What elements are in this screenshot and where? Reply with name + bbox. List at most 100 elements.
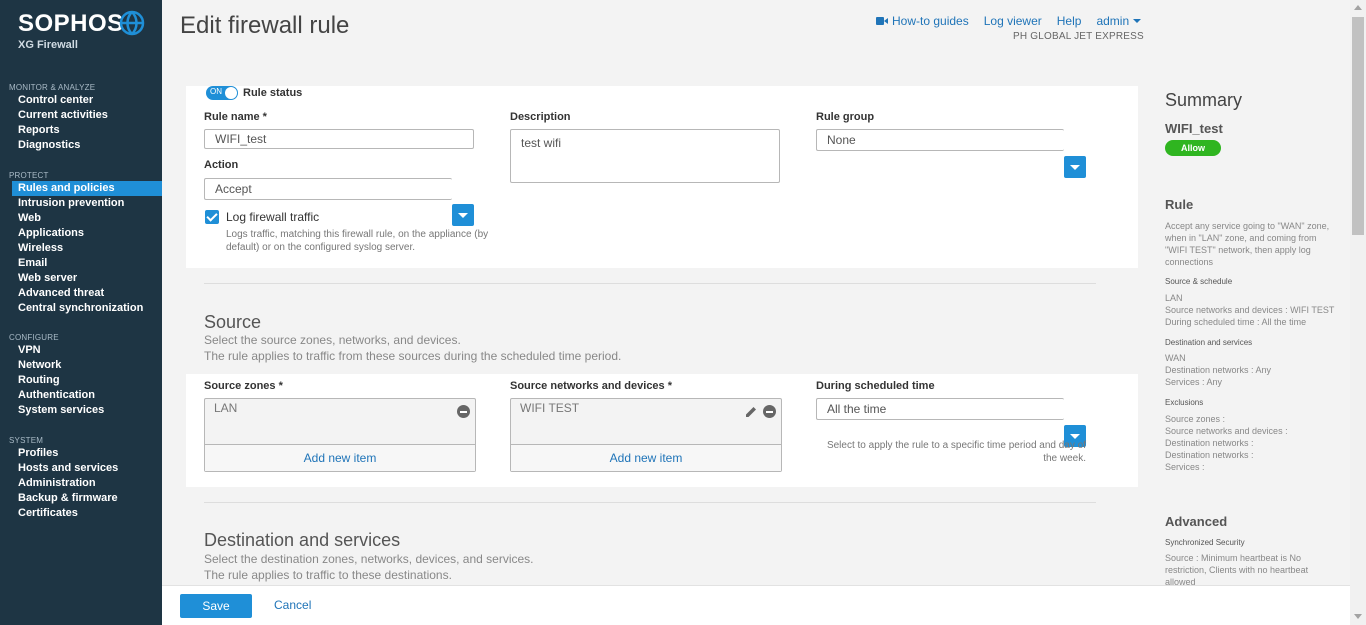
remove-icon[interactable]	[763, 405, 776, 418]
source-network-item: WIFI TEST	[520, 401, 580, 415]
cancel-button[interactable]: Cancel	[274, 598, 311, 612]
page-title: Edit firewall rule	[180, 12, 350, 39]
save-button[interactable]: Save	[180, 594, 252, 618]
scheduled-time-label: During scheduled time	[816, 380, 935, 392]
summary-destination-line: WAN	[1165, 353, 1186, 363]
nav-section-configure: CONFIGURE VPN Network Routing Authentica…	[0, 332, 162, 418]
sidebar-item-certificates[interactable]: Certificates	[0, 506, 162, 521]
summary-sync-text: Source : Minimum heartbeat is No restric…	[1165, 553, 1309, 587]
sidebar-item-routing[interactable]: Routing	[0, 373, 162, 388]
summary-source-line: During scheduled time : All the time	[1165, 317, 1307, 327]
nav-heading: PROTECT	[9, 171, 49, 180]
nav-heading: MONITOR & ANALYZE	[9, 83, 96, 92]
nav-section-system: SYSTEM Profiles Hosts and services Admin…	[0, 435, 162, 521]
scheduled-time-hint: Select to apply the rule to a specific t…	[826, 440, 1086, 464]
sidebar-item-administration[interactable]: Administration	[0, 476, 162, 491]
brand-name: SOPHOS	[18, 10, 124, 37]
scheduled-time-select[interactable]: All the time	[816, 398, 1064, 420]
rule-group-dropdown-button[interactable]	[1064, 156, 1086, 178]
scroll-thumb[interactable]	[1352, 17, 1364, 235]
video-camera-icon	[876, 17, 888, 25]
organization-name: PH GLOBAL JET EXPRESS	[1013, 31, 1144, 42]
sidebar-item-wireless[interactable]: Wireless	[0, 241, 162, 256]
sidebar-item-hosts-and-services[interactable]: Hosts and services	[0, 461, 162, 476]
admin-menu[interactable]: admin	[1096, 14, 1142, 28]
add-source-network-button[interactable]: Add new item	[511, 444, 781, 471]
vertical-scrollbar[interactable]	[1350, 0, 1366, 625]
globe-icon	[119, 10, 145, 36]
help-link[interactable]: Help	[1057, 14, 1082, 28]
section-divider	[204, 283, 1096, 284]
source-networks-label: Source networks and devices *	[510, 380, 673, 392]
sidebar-item-central-synchronization[interactable]: Central synchronization	[0, 301, 162, 316]
sidebar-item-email[interactable]: Email	[0, 256, 162, 271]
destination-section-desc-2: The rule applies to traffic to these des…	[204, 568, 452, 582]
sidebar-item-control-center[interactable]: Control center	[0, 93, 162, 108]
source-zones-list: LAN Add new item	[204, 398, 476, 472]
scroll-up-arrow[interactable]	[1354, 5, 1362, 10]
add-source-zone-button[interactable]: Add new item	[205, 444, 475, 471]
rule-group-select[interactable]: None	[816, 129, 1064, 151]
summary-destination-line: Destination networks : Any	[1165, 365, 1272, 375]
summary-destination-heading: Destination and services	[1165, 338, 1253, 347]
source-zones-label: Source zones *	[204, 380, 283, 392]
sidebar-item-advanced-threat[interactable]: Advanced threat	[0, 286, 162, 301]
nav-section-protect: PROTECT Rules and policies Intrusion pre…	[0, 170, 162, 316]
source-zone-item: LAN	[214, 401, 238, 415]
brand-logo[interactable]: SOPHOS XG Firewall	[18, 10, 124, 51]
sidebar-item-reports[interactable]: Reports	[0, 123, 162, 138]
summary-rule-name: WIFI_test	[1165, 121, 1223, 136]
pencil-icon[interactable]	[744, 405, 758, 419]
sidebar-item-diagnostics[interactable]: Diagnostics	[0, 138, 162, 153]
sidebar-item-profiles[interactable]: Profiles	[0, 446, 162, 461]
rule-name-label: Rule name *	[204, 111, 267, 123]
nav-section-monitor: MONITOR & ANALYZE Control center Current…	[0, 82, 162, 153]
source-section-desc-2: The rule applies to traffic from these s…	[204, 349, 622, 363]
summary-rule-text: Accept any service going to "WAN" zone, …	[1165, 221, 1330, 267]
remove-icon[interactable]	[457, 405, 470, 418]
summary-source-line: LAN	[1165, 293, 1183, 303]
sidebar-item-backup-firmware[interactable]: Backup & firmware	[0, 491, 162, 506]
sidebar-item-authentication[interactable]: Authentication	[0, 388, 162, 403]
summary-rule-heading: Rule	[1165, 197, 1194, 212]
source-section-desc-1: Select the source zones, networks, and d…	[204, 333, 461, 347]
sidebar-item-network[interactable]: Network	[0, 358, 162, 373]
rule-name-input[interactable]: WIFI_test	[204, 129, 474, 149]
brand-product: XG Firewall	[18, 39, 78, 51]
sidebar-item-web[interactable]: Web	[0, 211, 162, 226]
summary-advanced-heading: Advanced	[1165, 514, 1228, 529]
toggle-on-text: ON	[210, 87, 222, 96]
log-viewer-link[interactable]: Log viewer	[984, 14, 1042, 28]
rule-status-toggle[interactable]: ON	[206, 86, 238, 100]
log-traffic-hint: Logs traffic, matching this firewall rul…	[226, 229, 489, 253]
allow-badge: Allow	[1165, 140, 1221, 156]
description-textarea[interactable]: test wifi	[510, 129, 780, 183]
sidebar-item-web-server[interactable]: Web server	[0, 271, 162, 286]
nav-heading: CONFIGURE	[9, 333, 59, 342]
sidebar-item-system-services[interactable]: System services	[0, 403, 162, 418]
top-nav: How-to guides Log viewer Help admin	[876, 14, 1142, 28]
destination-section-title: Destination and services	[204, 530, 401, 550]
rule-panel: ON Rule status Rule name * WIFI_test Des…	[186, 86, 1138, 268]
destination-section-desc-1: Select the destination zones, networks, …	[204, 552, 534, 566]
action-select[interactable]: Accept	[204, 178, 452, 200]
footer-bar: Save Cancel	[162, 585, 1350, 625]
source-networks-list: WIFI TEST Add new item	[510, 398, 782, 472]
source-section-title: Source	[204, 312, 262, 332]
scroll-down-arrow[interactable]	[1354, 614, 1362, 619]
sidebar: SOPHOS XG Firewall MONITOR & ANALYZE Con…	[0, 0, 162, 625]
log-traffic-checkbox[interactable]	[205, 210, 219, 224]
sidebar-item-rules-and-policies[interactable]: Rules and policies	[12, 181, 162, 196]
log-traffic-label: Log firewall traffic	[226, 210, 320, 224]
summary-exclusion-line: Source zones :	[1165, 414, 1226, 424]
sidebar-item-current-activities[interactable]: Current activities	[0, 108, 162, 123]
nav-heading: SYSTEM	[9, 436, 44, 445]
sidebar-item-applications[interactable]: Applications	[0, 226, 162, 241]
howto-guides-link[interactable]: How-to guides	[876, 14, 969, 28]
summary-destination-line: Services : Any	[1165, 377, 1223, 387]
section-divider	[204, 502, 1096, 503]
sidebar-item-intrusion-prevention[interactable]: Intrusion prevention	[0, 196, 162, 211]
toggle-knob	[225, 87, 237, 99]
action-dropdown-button[interactable]	[452, 204, 474, 226]
sidebar-item-vpn[interactable]: VPN	[0, 343, 162, 358]
